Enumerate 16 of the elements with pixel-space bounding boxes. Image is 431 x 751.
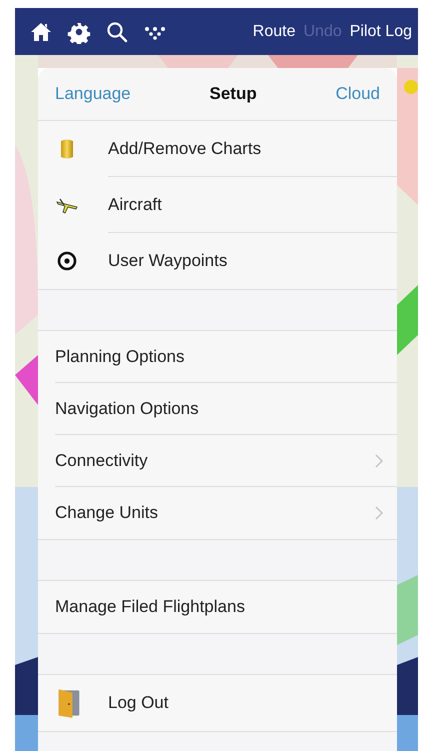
menu-item[interactable]: Change Units [38, 487, 397, 539]
menu-item[interactable]: Aircraft [38, 177, 397, 233]
target-icon [55, 249, 79, 273]
chevron-icon [375, 506, 383, 520]
search-icon[interactable] [105, 20, 129, 44]
menu-item[interactable]: Connectivity [38, 435, 397, 487]
menu-item[interactable]: Manage Filed Flightplans [38, 581, 397, 633]
toolbar-button[interactable]: Route [252, 22, 296, 40]
menu-item[interactable]: User Waypoints [38, 233, 397, 289]
menu-item[interactable]: Planning Options [38, 331, 397, 383]
popover-title: Setup [209, 84, 257, 104]
menu-item[interactable]: Add/Remove Charts [38, 121, 397, 177]
menu-item[interactable]: Log Out [38, 675, 397, 731]
chevron-icon [375, 454, 383, 468]
menu-item[interactable]: Navigation Options [38, 383, 397, 435]
toolbar-button[interactable]: Pilot Log [350, 22, 412, 40]
